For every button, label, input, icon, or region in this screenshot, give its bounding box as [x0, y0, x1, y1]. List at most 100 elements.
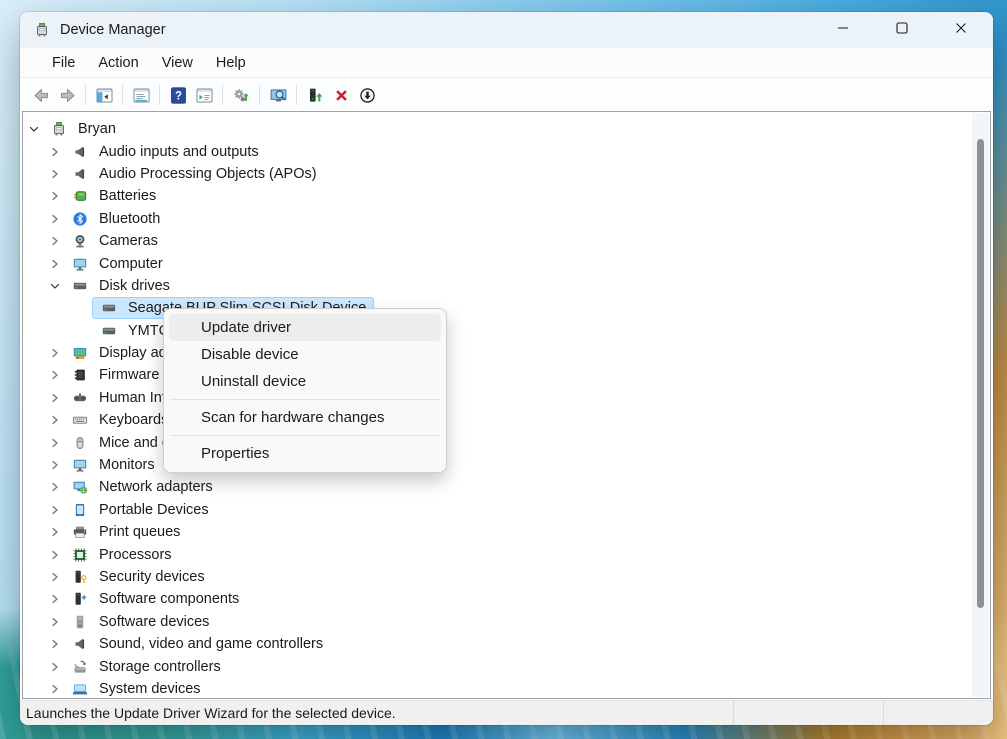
disable-device-button[interactable] [354, 82, 380, 108]
tree-item-security-devices[interactable]: Security devices [23, 566, 972, 588]
tree-item-portable-devices[interactable]: Portable Devices [23, 499, 972, 521]
chevron-collapsed-icon[interactable] [47, 166, 63, 182]
context-menu-item-scan-for-hardware-changes[interactable]: Scan for hardware changes [169, 404, 441, 431]
menubar-item-help[interactable]: Help [206, 52, 256, 74]
tree-item-audio-processing-objects-apos[interactable]: Audio Processing Objects (APOs) [23, 163, 972, 185]
tree-item-content[interactable]: System devices [63, 678, 209, 698]
tree-item-software-components[interactable]: Software components [23, 588, 972, 610]
chevron-collapsed-icon[interactable] [47, 211, 63, 227]
chevron-collapsed-icon[interactable] [47, 256, 63, 272]
tree-item-system-devices[interactable]: System devices [23, 678, 972, 698]
chevron-collapsed-icon[interactable] [47, 659, 63, 675]
context-menu-item-properties[interactable]: Properties [169, 440, 441, 467]
help-button[interactable]: ? [165, 82, 191, 108]
tree-item-network-adapters[interactable]: Network adapters [23, 476, 972, 498]
scan-hardware-button[interactable] [228, 82, 254, 108]
menubar-item-file[interactable]: File [42, 52, 85, 74]
tree-item-disk-drives[interactable]: Disk drives [23, 275, 972, 297]
tree-item-content[interactable]: Software components [63, 588, 247, 610]
chevron-collapsed-icon[interactable] [47, 367, 63, 383]
speaker-icon [72, 144, 88, 160]
tree-item-content[interactable]: Software devices [63, 611, 217, 633]
tree-item-content[interactable]: Portable Devices [63, 499, 217, 521]
toolbar-separator [296, 85, 297, 105]
update-driver-button[interactable] [302, 82, 328, 108]
chevron-collapsed-icon[interactable] [47, 591, 63, 607]
forward-button[interactable] [54, 82, 80, 108]
context-menu-item-disable-device[interactable]: Disable device [169, 341, 441, 368]
tree-item-content[interactable]: Bluetooth [63, 208, 168, 230]
chevron-expanded-icon[interactable] [47, 278, 63, 294]
tree-item-content[interactable]: Network adapters [63, 476, 221, 498]
chevron-collapsed-icon[interactable] [47, 502, 63, 518]
tree-item-bluetooth[interactable]: Bluetooth [23, 208, 972, 230]
minimize-button[interactable] [820, 12, 866, 48]
chevron-collapsed-icon[interactable] [47, 524, 63, 540]
context-menu-item-update-driver[interactable]: Update driver [169, 314, 441, 341]
tree-item-storage-controllers[interactable]: Storage controllers [23, 655, 972, 677]
close-button[interactable] [938, 12, 984, 48]
uninstall-device-button[interactable] [328, 82, 354, 108]
tree-item-content[interactable]: Storage controllers [63, 656, 229, 678]
battery-icon [72, 188, 88, 204]
chevron-collapsed-icon[interactable] [47, 569, 63, 585]
properties-button[interactable] [128, 82, 154, 108]
chevron-collapsed-icon[interactable] [47, 636, 63, 652]
chevron-collapsed-icon[interactable] [47, 144, 63, 160]
chevron-collapsed-icon[interactable] [47, 435, 63, 451]
menubar-item-action[interactable]: Action [88, 52, 148, 74]
titlebar[interactable]: Device Manager [20, 12, 993, 48]
vertical-scrollbar[interactable] [972, 113, 989, 697]
tree-item-processors[interactable]: Processors [23, 543, 972, 565]
remote-computer-search-button[interactable] [265, 82, 291, 108]
tree-item-content[interactable]: Keyboards [63, 409, 176, 431]
scan-hardware-icon [232, 86, 251, 105]
tree-item-sound-video-and-game-controllers[interactable]: Sound, video and game controllers [23, 633, 972, 655]
tree-item-content[interactable]: Bryan [42, 118, 124, 140]
toolbar-separator [259, 85, 260, 105]
context-menu-item-uninstall-device[interactable]: Uninstall device [169, 368, 441, 395]
tree-item-audio-inputs-and-outputs[interactable]: Audio inputs and outputs [23, 140, 972, 162]
tree-item-content[interactable]: Batteries [63, 185, 164, 207]
scrollbar-thumb[interactable] [977, 139, 984, 608]
tree-item-content[interactable]: Monitors [63, 454, 163, 476]
tree-item-content[interactable]: Computer [63, 253, 171, 275]
tree-item-batteries[interactable]: Batteries [23, 185, 972, 207]
chevron-collapsed-icon[interactable] [47, 614, 63, 630]
chevron-collapsed-icon[interactable] [47, 412, 63, 428]
chevron-expanded-icon[interactable] [26, 121, 42, 137]
tree-item-print-queues[interactable]: Print queues [23, 521, 972, 543]
tree-item-computer[interactable]: Computer [23, 252, 972, 274]
chevron-collapsed-icon[interactable] [47, 233, 63, 249]
chevron-collapsed-icon[interactable] [47, 345, 63, 361]
tree-item-cameras[interactable]: Cameras [23, 230, 972, 252]
tree-item-content[interactable]: Audio Processing Objects (APOs) [63, 163, 325, 185]
tree-item-content[interactable]: Print queues [63, 521, 188, 543]
menubar-item-view[interactable]: View [152, 52, 203, 74]
maximize-button[interactable] [879, 12, 925, 48]
back-button[interactable] [28, 82, 54, 108]
chevron-collapsed-icon[interactable] [47, 547, 63, 563]
tree-item-content[interactable]: Sound, video and game controllers [63, 633, 331, 655]
chevron-spacer [76, 323, 92, 339]
close-icon [955, 21, 967, 39]
chevron-collapsed-icon[interactable] [47, 390, 63, 406]
tree-item-software-devices[interactable]: Software devices [23, 611, 972, 633]
chevron-collapsed-icon[interactable] [47, 457, 63, 473]
printer-icon [72, 524, 88, 540]
show-console-tree-button[interactable] [91, 82, 117, 108]
chevron-collapsed-icon[interactable] [47, 681, 63, 697]
tree-item-content[interactable]: Audio inputs and outputs [63, 141, 267, 163]
tree-item-content[interactable]: Security devices [63, 566, 213, 588]
tree-item-bryan[interactable]: Bryan [23, 118, 972, 140]
chevron-collapsed-icon[interactable] [47, 188, 63, 204]
action-pane-button[interactable] [191, 82, 217, 108]
action-pane-icon [195, 86, 214, 105]
tree-item-content[interactable]: Disk drives [63, 275, 178, 297]
tree-item-content[interactable]: Processors [63, 544, 180, 566]
tree-item-label: Processors [99, 547, 172, 563]
tree-item-content[interactable]: Firmware [63, 364, 167, 386]
disk-icon [72, 278, 88, 294]
chevron-collapsed-icon[interactable] [47, 479, 63, 495]
tree-item-content[interactable]: Cameras [63, 230, 166, 252]
